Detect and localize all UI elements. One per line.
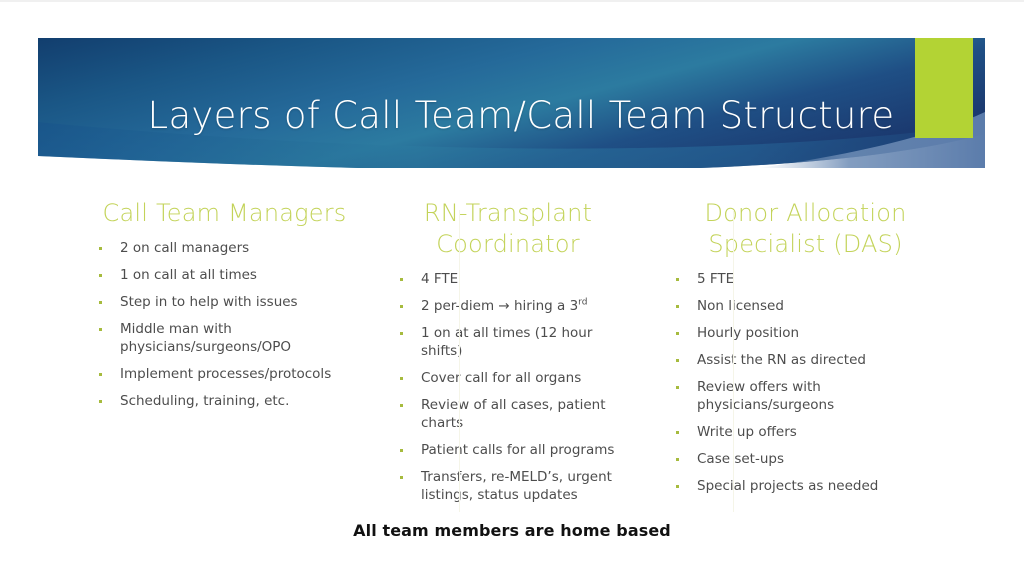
bullet-list-3: 5 FTE Non licensed Hourly position Assis… [667,270,950,495]
list-item: Implement processes/protocols [90,365,359,383]
column-call-team-managers: Call Team Managers 2 on call managers 1 … [90,198,369,419]
footer-note: All team members are home based [353,521,671,540]
content-columns: Call Team Managers 2 on call managers 1 … [90,198,950,518]
list-item: Hourly position [667,324,950,342]
list-item: Middle man with physicians/surgeons/OPO [90,320,359,356]
bullet-list-1: 2 on call managers 1 on call at all time… [90,239,359,410]
bullet-list-2: 4 FTE 2 per-diem → hiring a 3rd 1 on at … [391,270,633,504]
column-rn-transplant-coordinator: RN-Transplant Coordinator 4 FTE 2 per-di… [369,198,643,513]
list-item: Cover call for all organs [391,369,633,387]
column-donor-allocation-specialist: Donor Allocation Specialist (DAS) 5 FTE … [643,198,950,504]
title-banner: Layers of Call Team/Call Team Structure [38,38,985,168]
list-item: Transfers, re-MELD’s, urgent listings, s… [391,468,633,504]
slide: Layers of Call Team/Call Team Structure … [0,0,1024,576]
list-item: 2 per-diem → hiring a 3rd [391,297,633,315]
list-item: 1 on call at all times [90,266,359,284]
list-item: 5 FTE [667,270,950,288]
list-item: Case set-ups [667,450,950,468]
column-divider-2 [733,210,734,512]
list-item: Review of all cases, patient charts [391,396,633,432]
page-title: Layers of Call Team/Call Team Structure [147,94,895,137]
list-item: Write up offers [667,423,950,441]
list-item: 2 on call managers [90,239,359,257]
list-item-text: 2 per-diem → hiring a 3 [421,298,579,314]
column-heading-1: Call Team Managers [102,199,347,227]
list-item: Step in to help with issues [90,293,359,311]
column-divider-1 [459,210,460,512]
ordinal-suffix: rd [578,297,588,308]
list-item: Non licensed [667,297,950,315]
top-hairline [0,0,1024,2]
column-heading-3: Donor Allocation Specialist (DAS) [704,199,907,258]
list-item: Patient calls for all programs [391,441,633,459]
list-item: Assist the RN as directed [667,351,950,369]
list-item: Review offers with physicians/surgeons [667,378,950,414]
list-item: 4 FTE [391,270,633,288]
list-item: Special projects as needed [667,477,950,495]
list-item: Scheduling, training, etc. [90,392,359,410]
list-item: 1 on at all times (12 hour shifts) [391,324,633,360]
column-heading-2: RN-Transplant Coordinator [423,199,593,258]
